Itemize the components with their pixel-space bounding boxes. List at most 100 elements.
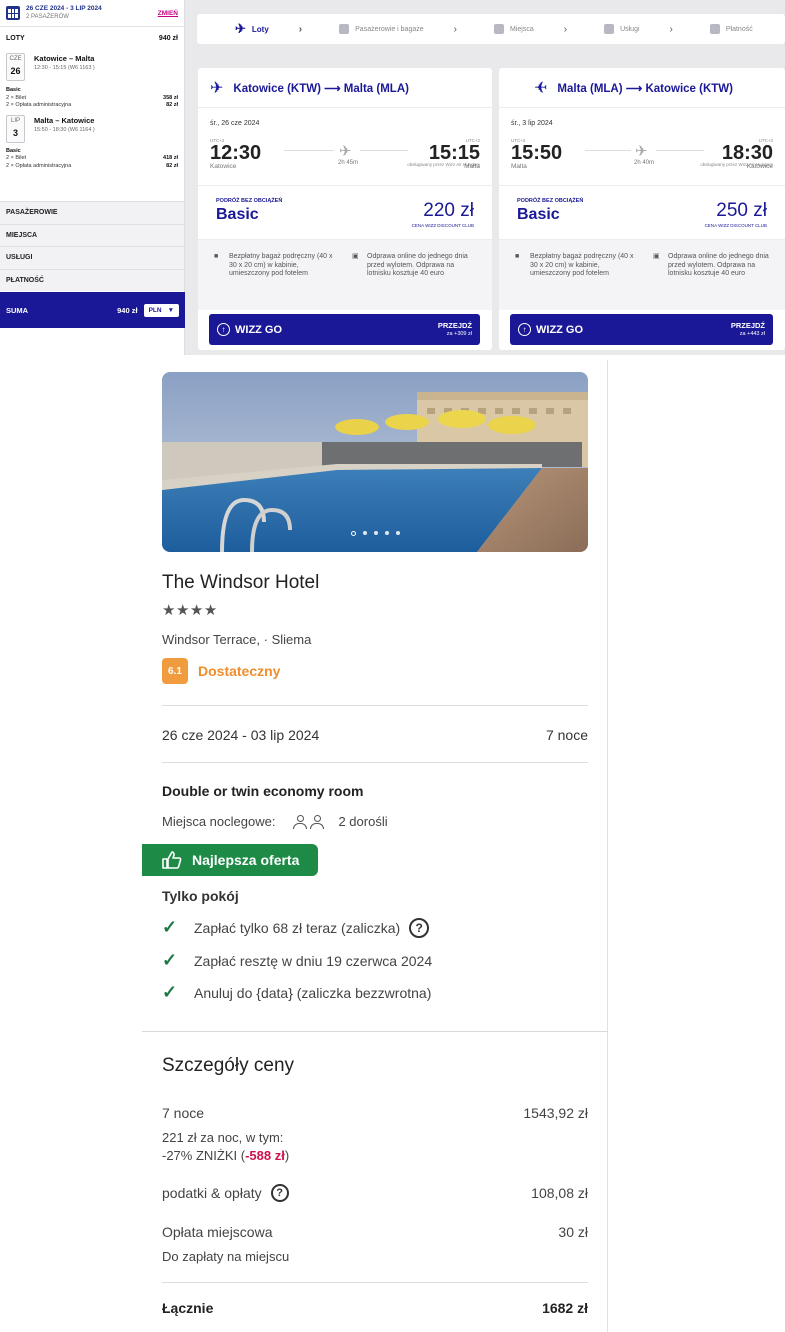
plane-icon: ✈ bbox=[235, 21, 246, 36]
fare-price: 250 zł bbox=[716, 200, 767, 221]
leg-date-badge: CZE 26 bbox=[6, 53, 25, 81]
rating-word: Dostateczny bbox=[198, 663, 281, 679]
leg-route: Malta – Katowice bbox=[34, 115, 95, 125]
total-value: 940 zł bbox=[117, 305, 138, 315]
flight-times: śr., 3 lip 2024 obsługiwany przez Wizz A… bbox=[499, 108, 785, 186]
flight-date: śr., 3 lip 2024 bbox=[511, 120, 553, 127]
hotel-location: Windsor Terrace, · Sliema bbox=[162, 632, 312, 647]
flight-duration: 2h 40m bbox=[633, 160, 654, 166]
leg-outbound: CZE 26 Katowice – Malta 12:30 - 15:15 (W… bbox=[0, 49, 184, 81]
summary-section-seats[interactable]: MIEJSCA bbox=[0, 223, 184, 246]
plane-icon: ✈ bbox=[534, 79, 548, 97]
fare-option[interactable]: PODRÓŻ BEZ OBCIĄŻEŃ Basic 220 zł CENA WI… bbox=[198, 186, 492, 240]
hotel-name: The Windsor Hotel bbox=[162, 572, 320, 593]
summary-section-passengers[interactable]: PASAŻEROWIE bbox=[0, 201, 184, 224]
departure-city: Katowice bbox=[210, 163, 237, 170]
car-icon bbox=[604, 24, 615, 34]
summary-section-services[interactable]: USŁUGI bbox=[0, 246, 184, 269]
room-type: Double or twin economy room bbox=[162, 783, 364, 799]
trip-dates: 26 CZE 2024 - 3 LIP 2024 bbox=[26, 5, 102, 12]
step-flights[interactable]: ✈ Loty › bbox=[197, 21, 302, 37]
flight-card-header: ✈ Malta (MLA) ⟶ Katowice (KTW) bbox=[499, 68, 785, 108]
page: 26 CZE 2024 - 3 LIP 2024 2 PASAŻERÓW ZMI… bbox=[0, 0, 785, 1332]
perk-pay-rest: ✓ Zapłać resztę w dniu 19 czerwca 2024 bbox=[162, 950, 433, 970]
plane-icon: ✈ bbox=[339, 143, 352, 160]
room-occupancy: Miejsca noclegowe: 2 dorośli bbox=[162, 814, 388, 829]
summary-total-bar: SUMA 940 zł PLN ▼ bbox=[0, 292, 185, 328]
wizz-go-button[interactable]: ↑ WIZZ GO PRZEJDŹ za +443 zł bbox=[510, 314, 773, 345]
best-offer-badge: Najlepsza oferta bbox=[142, 844, 318, 876]
luggage-icon bbox=[339, 24, 350, 34]
guest-rating: 6.1 Dostateczny bbox=[162, 658, 280, 684]
fare-features: ■ Bezpłatny bagaż podręczny (40 x 30 x 20… bbox=[499, 240, 785, 310]
person-icon bbox=[293, 814, 308, 829]
carousel-dot[interactable] bbox=[395, 531, 400, 535]
seat-icon bbox=[493, 24, 504, 34]
price-line-taxes: podatki & opłaty ? 108,08 zł bbox=[162, 1184, 588, 1202]
price-per-night: 221 zł za noc, w tym: bbox=[162, 1130, 284, 1145]
flight-booking-panel: 26 CZE 2024 - 3 LIP 2024 2 PASAŻERÓW ZMI… bbox=[0, 0, 785, 355]
step-services[interactable]: Usługi › bbox=[567, 24, 673, 35]
rating-badge: 6.1 bbox=[162, 658, 188, 684]
summary-header: 26 CZE 2024 - 3 LIP 2024 2 PASAŻERÓW ZMI… bbox=[0, 0, 184, 27]
guest-count: 2 dorośli bbox=[338, 814, 388, 829]
help-icon[interactable]: ? bbox=[409, 917, 430, 938]
arrival-time: 18:30 bbox=[721, 142, 773, 164]
carousel-dot[interactable] bbox=[350, 531, 356, 536]
stay-nights: 7 noce bbox=[545, 727, 588, 743]
step-passengers[interactable]: Pasażerowie i bagaże › bbox=[302, 24, 457, 35]
departure-time: 15:50 bbox=[511, 142, 563, 164]
board-type: Tylko pokój bbox=[162, 888, 239, 904]
flight-route: Malta (MLA) ⟶ Katowice (KTW) bbox=[557, 82, 733, 95]
arrival-city: Katowice bbox=[746, 163, 773, 170]
price-line-nights: 7 noce 1543,92 zł bbox=[162, 1105, 588, 1121]
local-fee-note: Do zapłaty na miejscu bbox=[162, 1249, 290, 1264]
flight-card-outbound: ✈ Katowice (KTW) ⟶ Malta (MLA) śr., 26 c… bbox=[198, 68, 492, 350]
step-seats[interactable]: Miejsca › bbox=[457, 24, 567, 35]
fare-name: Basic bbox=[216, 206, 259, 223]
plane-icon: ✈ bbox=[210, 79, 224, 97]
arrival-time: 15:15 bbox=[428, 142, 480, 164]
carousel-dot[interactable] bbox=[384, 531, 389, 535]
price-details-title: Szczegóły ceny bbox=[162, 1055, 295, 1076]
wizz-go-button[interactable]: ↑ WIZZ GO PRZEJDŹ za +309 zł bbox=[209, 314, 480, 345]
checkin-icon: ▣ bbox=[653, 253, 660, 260]
carousel-dot[interactable] bbox=[362, 531, 367, 535]
divider bbox=[607, 360, 608, 1332]
leg-route: Katowice – Malta bbox=[34, 54, 95, 63]
hotel-pool-photo bbox=[162, 372, 588, 552]
arrival-city: Malta bbox=[464, 163, 480, 170]
total-label: SUMA bbox=[6, 305, 29, 315]
step-payment[interactable]: Płatność bbox=[673, 24, 753, 34]
passenger-count: 2 PASAŻERÓW bbox=[26, 14, 69, 20]
booking-steps: ✈ Loty › Pasażerowie i bagaże › Miejsca … bbox=[197, 14, 785, 44]
help-icon[interactable]: ? bbox=[270, 1184, 289, 1202]
perk-cancel: ✓ Anuluj do {data} (zaliczka bezzwrotna) bbox=[162, 982, 432, 1002]
flight-duration: 2h 45m bbox=[337, 160, 358, 166]
checkin-icon: ▣ bbox=[352, 253, 359, 260]
flights-subtotal: LOTY 940 zł bbox=[6, 34, 178, 42]
arrow-up-icon: ↑ bbox=[518, 323, 531, 336]
leg-times: 15:50 - 18:30 (W6 1164 ) bbox=[34, 126, 95, 133]
carousel-dot[interactable] bbox=[373, 531, 378, 535]
plane-icon: ✈ bbox=[635, 143, 648, 160]
booking-summary: 26 CZE 2024 - 3 LIP 2024 2 PASAŻERÓW ZMI… bbox=[0, 0, 185, 355]
flight-route: Katowice (KTW) ⟶ Malta (MLA) bbox=[233, 82, 409, 95]
departure-city: Malta bbox=[511, 163, 527, 170]
currency-select[interactable]: PLN ▼ bbox=[143, 303, 179, 317]
check-icon: ✓ bbox=[162, 917, 178, 937]
carousel-dots[interactable] bbox=[162, 531, 588, 536]
leg-return: LIP 3 Malta – Katowice 15:50 - 18:30 (W6… bbox=[0, 110, 184, 143]
person-icon bbox=[310, 814, 325, 829]
fare-option[interactable]: PODRÓŻ BEZ OBCIĄŻEŃ Basic 250 zł CENA WI… bbox=[499, 186, 785, 240]
hotel-photo-carousel[interactable] bbox=[162, 372, 588, 552]
divider bbox=[162, 1282, 588, 1283]
change-link[interactable]: ZMIEŃ bbox=[158, 10, 178, 17]
star-rating: ★★★★ bbox=[162, 602, 218, 619]
summary-section-payment[interactable]: PŁATNOŚĆ bbox=[0, 268, 184, 291]
flight-card-header: ✈ Katowice (KTW) ⟶ Malta (MLA) bbox=[198, 68, 492, 108]
chevron-down-icon: ▼ bbox=[167, 306, 174, 314]
flight-date: śr., 26 cze 2024 bbox=[210, 120, 260, 127]
departure-time: 12:30 bbox=[210, 142, 262, 164]
stay-dates: 26 cze 2024 - 03 lip 2024 bbox=[162, 727, 320, 743]
